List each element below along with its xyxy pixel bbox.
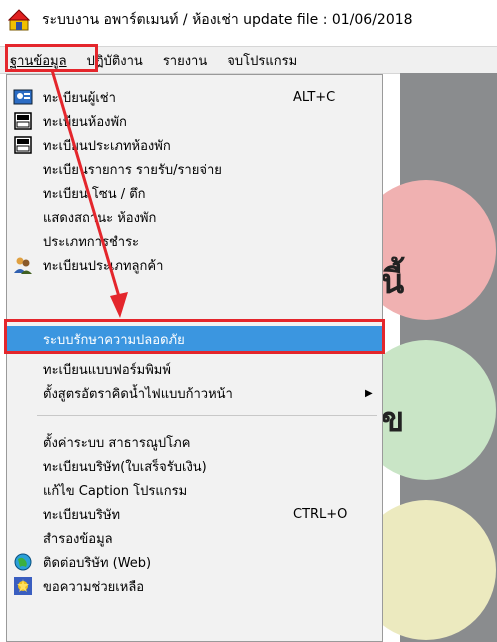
submenu-arrow-icon: ▶ <box>365 387 373 399</box>
room-register-icon <box>14 112 32 130</box>
bg-text-1: นี้ <box>381 262 405 302</box>
menu-highlight-box <box>5 44 98 72</box>
customer-type-icon <box>14 257 32 274</box>
database-dropdown-menu: ทะเบียนผู้เช่า ALT+C ทะเบียนห้องพัก ทะเบ… <box>6 74 383 642</box>
help-icon <box>14 577 32 595</box>
menu-reports[interactable]: รายงาน <box>153 50 217 71</box>
menu-item-room-register[interactable]: ทะเบียนห้องพัก <box>7 109 382 133</box>
tenant-register-icon <box>13 89 33 105</box>
menu-item-contact-web[interactable]: ติดต่อบริษัท (Web) <box>7 550 382 574</box>
web-contact-icon <box>14 553 32 571</box>
menu-item-print-forms[interactable]: ทะเบียนแบบฟอร์มพิมพ์ <box>7 357 382 381</box>
menu-item-customer-type[interactable]: ทะเบียนประเภทลูกค้า <box>7 253 382 277</box>
menu-item-progressive-rate[interactable]: ตั้งสูตรอัตราคิดน้ำไฟแบบก้าวหน้า ▶ <box>7 381 382 405</box>
menu-item-help[interactable]: ขอความช่วยเหลือ <box>7 574 382 598</box>
menu-item-company-register[interactable]: ทะเบียนบริษัท CTRL+O <box>7 502 382 526</box>
menu-item-payment-type[interactable]: ประเภทการชำระ <box>7 229 382 253</box>
window-titlebar: ระบบงาน อพาร์ตเมนท์ / ห้องเช่า update fi… <box>0 0 497 40</box>
menu-item-room-type[interactable]: ทะเบียนประเภทห้องพัก <box>7 133 382 157</box>
menu-separator <box>37 415 377 416</box>
menu-item-room-status[interactable]: แสดงสถานะ ห้องพัก <box>7 205 382 229</box>
menu-item-edit-caption[interactable]: แก้ไข Caption โปรแกรม <box>7 478 382 502</box>
house-icon <box>8 9 30 31</box>
selection-highlight-box <box>4 319 385 354</box>
room-type-icon <box>14 136 32 154</box>
menu-item-company-receipt[interactable]: ทะเบียนบริษัท(ใบเสร็จรับเงิน) <box>7 454 382 478</box>
menu-item-backup[interactable]: สำรองข้อมูล <box>7 526 382 550</box>
menu-item-income-expense[interactable]: ทะเบียนรายการ รายรับ/รายจ่าย <box>7 157 382 181</box>
window-title: ระบบงาน อพาร์ตเมนท์ / ห้องเช่า update fi… <box>42 12 413 28</box>
menu-item-tenant-register[interactable]: ทะเบียนผู้เช่า ALT+C <box>7 85 382 109</box>
bg-text-2: ข <box>381 400 405 440</box>
menu-item-utilities-settings[interactable]: ตั้งค่าระบบ สาธารณูปโภค <box>7 430 382 454</box>
menu-exit[interactable]: จบโปรแกรม <box>217 50 307 71</box>
menu-item-zone-building[interactable]: ทะเบียน โซน / ตึก <box>7 181 382 205</box>
